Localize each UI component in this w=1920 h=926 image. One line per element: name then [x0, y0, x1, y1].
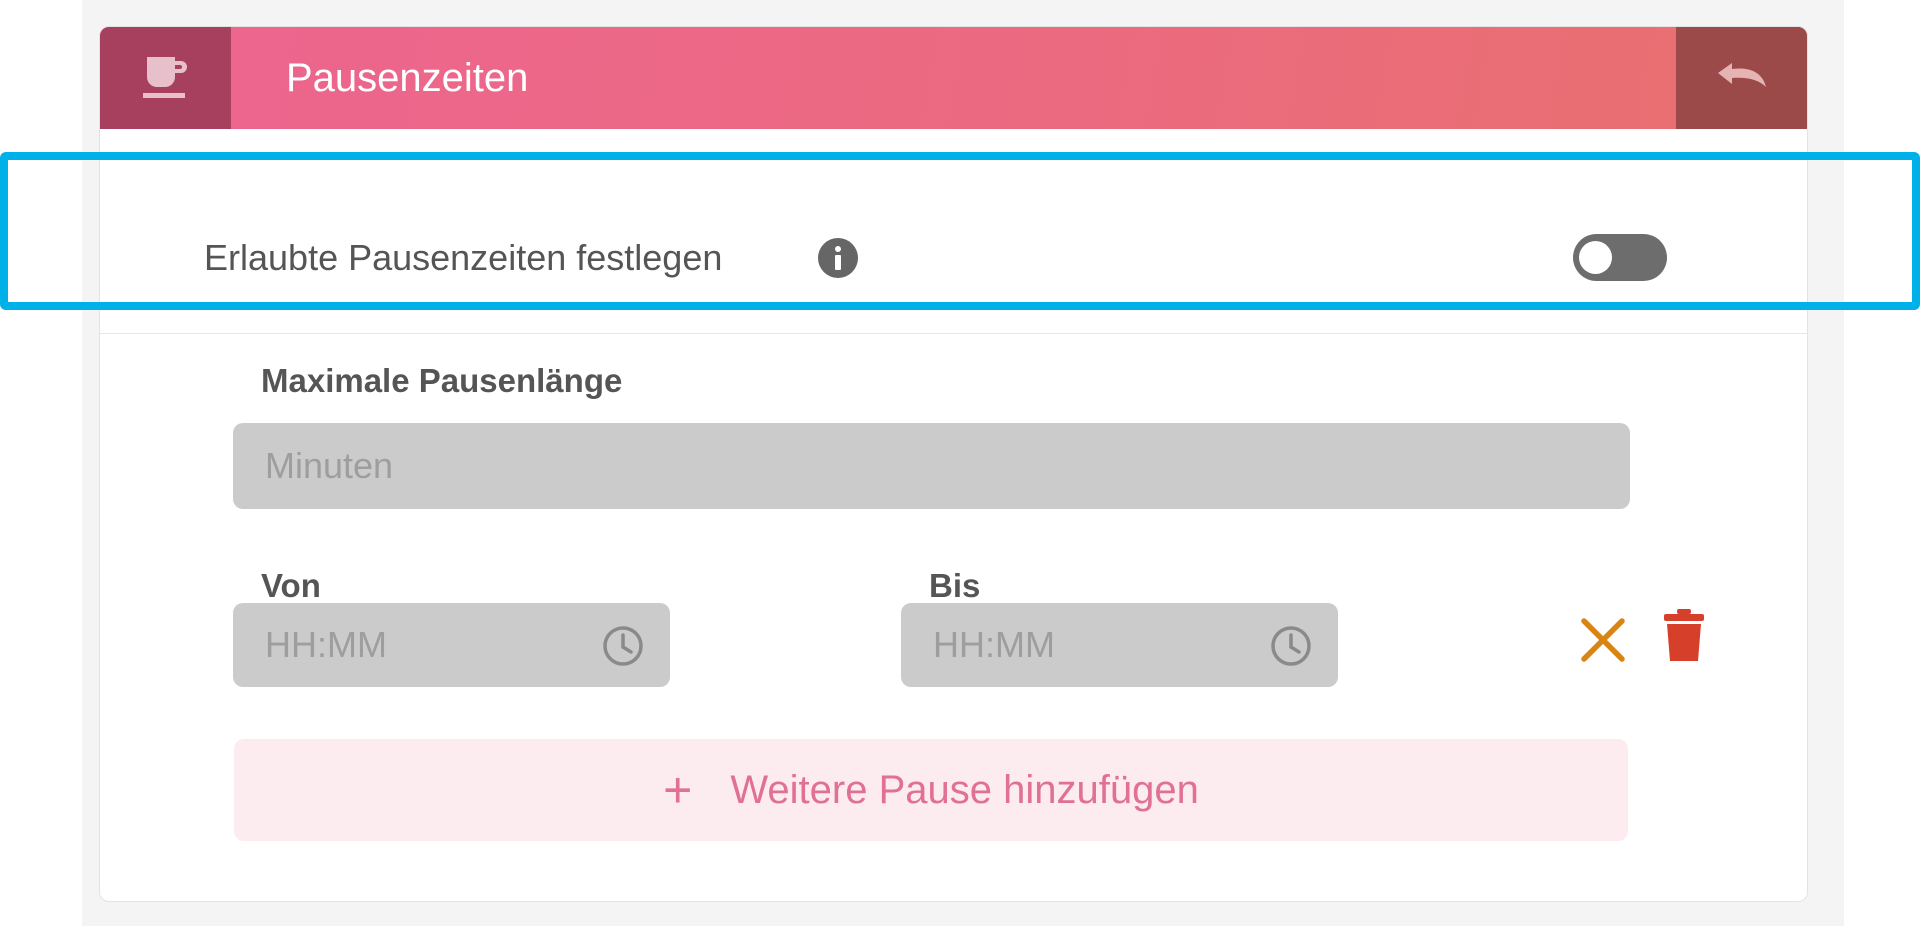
from-label: Von — [261, 567, 321, 604]
header-icon-box — [100, 27, 231, 129]
pause-settings-card: Pausenzeiten Erlaubte Pausenzeiten festl… — [99, 26, 1808, 902]
undo-button[interactable] — [1676, 27, 1807, 129]
add-pause-button[interactable]: + Weitere Pause hinzufügen — [234, 739, 1628, 841]
to-time-field — [901, 603, 1338, 687]
from-time-field — [233, 603, 670, 687]
header-title: Pausenzeiten — [286, 55, 529, 100]
card-header: Pausenzeiten — [100, 27, 1807, 129]
coffee-cup-icon — [142, 57, 187, 98]
max-pause-input[interactable] — [233, 423, 1630, 509]
allowed-pause-times-row: Erlaubte Pausenzeiten festlegen — [100, 182, 1807, 334]
trash-icon[interactable] — [1663, 609, 1705, 661]
allowed-pause-times-toggle[interactable] — [1573, 234, 1667, 281]
plus-icon: + — [663, 762, 693, 818]
allowed-pause-times-label: Erlaubte Pausenzeiten festlegen — [204, 237, 723, 278]
toggle-knob — [1579, 241, 1612, 274]
to-label: Bis — [929, 567, 981, 604]
undo-icon — [1717, 63, 1766, 87]
max-pause-label: Maximale Pausenlänge — [261, 362, 623, 399]
info-icon[interactable] — [818, 238, 858, 278]
clock-icon[interactable] — [602, 625, 644, 667]
close-icon[interactable] — [1580, 617, 1626, 663]
add-pause-label: Weitere Pause hinzufügen — [730, 767, 1199, 812]
clock-icon[interactable] — [1270, 625, 1312, 667]
